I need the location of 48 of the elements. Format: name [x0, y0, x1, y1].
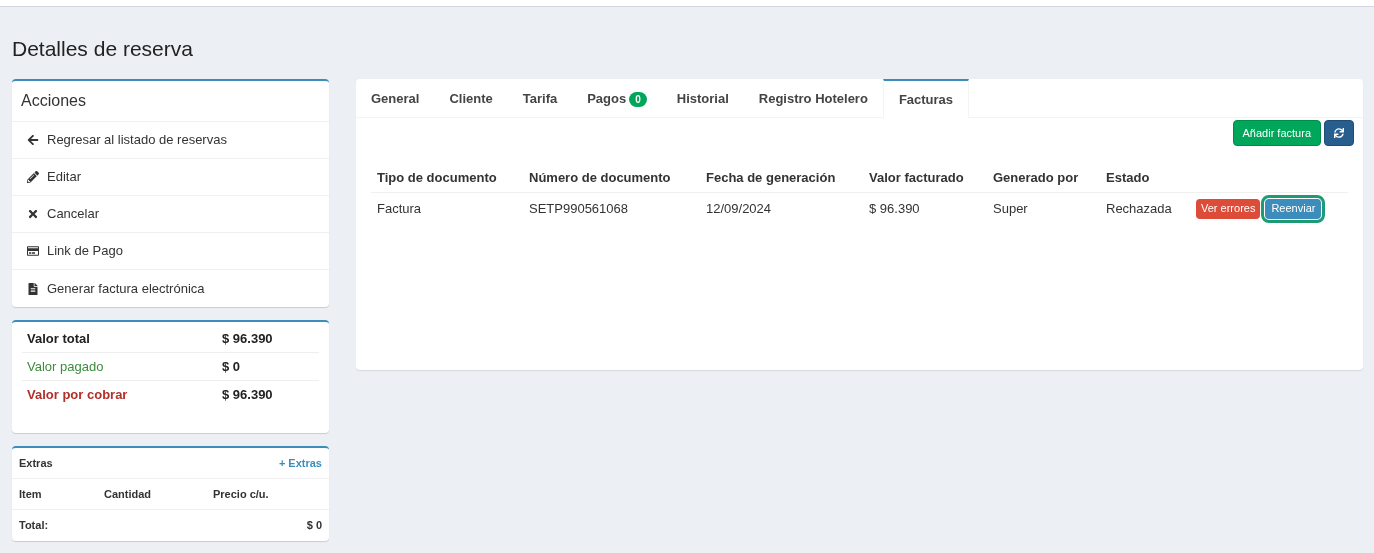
- summary-label: Valor por cobrar: [27, 386, 129, 405]
- table-cell-text: Super: [993, 199, 1029, 218]
- tab[interactable]: Tarifa: [507, 79, 573, 117]
- total-value: $ 0: [306, 518, 322, 534]
- pencil-icon: [27, 171, 39, 183]
- column-header: Generado por: [993, 168, 1080, 187]
- table-cell-text: SETP990561068: [529, 199, 630, 218]
- action-item[interactable]: Editar: [12, 159, 329, 196]
- tab[interactable]: Facturas: [882, 79, 970, 118]
- column-header: Fecha de generación: [706, 168, 837, 187]
- table-cell-text: 12/09/2024: [706, 199, 773, 218]
- page-title: Detalles de reserva: [12, 36, 193, 62]
- column-header: Precio c/u.: [213, 486, 269, 502]
- view-errors-button[interactable]: Ver errores: [1196, 198, 1261, 219]
- total-label: Total:: [19, 518, 49, 534]
- column-header: Item: [19, 486, 43, 502]
- credit-card-icon: [27, 245, 39, 257]
- summary-value: $ 96.390: [222, 329, 273, 348]
- panel-title: Acciones: [21, 92, 86, 109]
- column-header: Estado: [1106, 168, 1151, 187]
- add-extras-link[interactable]: + Extras: [278, 454, 322, 472]
- column-header: Tipo de documento: [377, 168, 498, 187]
- action-item[interactable]: Generar factura electrónica: [12, 270, 329, 307]
- close-icon: [27, 208, 39, 220]
- tab[interactable]: Cliente: [434, 79, 508, 117]
- count-badge: 0: [629, 91, 647, 107]
- action-item[interactable]: Cancelar: [12, 196, 329, 233]
- summary-label: Valor total: [27, 329, 91, 348]
- table-cell-text: $ 96.390: [869, 199, 921, 218]
- document-icon: [27, 282, 39, 295]
- table-cell-text: Rechazada: [1106, 199, 1173, 218]
- refresh-icon: [1334, 128, 1344, 138]
- tab[interactable]: Registro Hotelero: [743, 79, 883, 117]
- column-header: Número de documento: [529, 168, 672, 187]
- action-item[interactable]: Regresar al listado de reservas: [12, 122, 329, 159]
- action-item[interactable]: Link de Pago: [12, 233, 329, 270]
- summary-label: Valor pagado: [27, 357, 105, 376]
- table-cell-text: Factura: [377, 199, 423, 218]
- column-header: Valor facturado: [869, 168, 965, 187]
- extras-title: Extras: [19, 455, 53, 471]
- summary-value: $ 0: [222, 357, 241, 376]
- refresh-button[interactable]: [1324, 120, 1354, 146]
- arrow-left-icon: [27, 134, 39, 146]
- tab[interactable]: Historial: [661, 79, 744, 117]
- column-header: Cantidad: [104, 486, 153, 502]
- tab[interactable]: Pagos 0: [572, 79, 662, 117]
- tab[interactable]: General: [356, 79, 435, 117]
- summary-value: $ 96.390: [222, 386, 273, 405]
